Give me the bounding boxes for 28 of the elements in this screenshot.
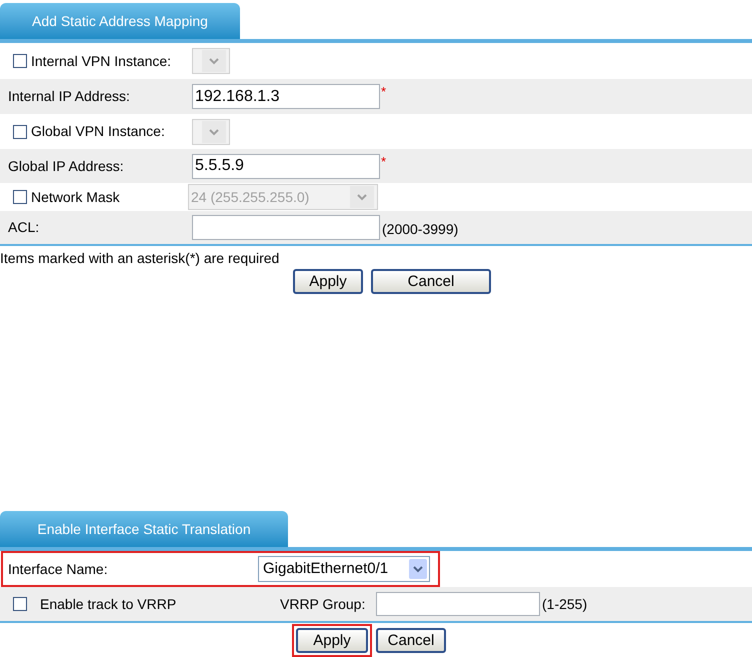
input-field[interactable]: 5.5.5.9 [192, 154, 380, 178]
form-button[interactable]: Cancel [371, 269, 491, 294]
checkbox-label: Enable track to VRRP [40, 594, 176, 614]
required-note: Items marked with an asterisk(*) are required [0, 249, 280, 268]
checkbox-label: Network Mask [31, 188, 120, 206]
checkbox-label: Global VPN Instance: [31, 122, 165, 141]
range-hint: (1-255) [542, 594, 588, 614]
field-label: Interface Name: [7, 560, 109, 578]
input-field[interactable]: 192.168.1.3 [192, 84, 380, 109]
caret-icon [209, 57, 219, 65]
checkbox-label: Internal VPN Instance: [31, 52, 172, 70]
field-label: VRRP Group: [280, 594, 366, 614]
field-label: Internal IP Address: [7, 87, 131, 106]
form-button[interactable]: Cancel [376, 628, 446, 653]
range-hint: (2000-3999) [382, 220, 458, 239]
input-field[interactable] [376, 592, 540, 616]
dropdown[interactable]: GigabitEthernet0/1 [258, 556, 430, 582]
required-mark: * [381, 83, 386, 101]
form-button[interactable]: Apply [293, 269, 363, 294]
field-label: Global IP Address: [7, 156, 125, 176]
form-button[interactable]: Apply [296, 628, 368, 653]
input-field[interactable] [192, 215, 380, 240]
caret-icon [209, 128, 219, 136]
field-label: ACL: [7, 218, 40, 237]
caret-icon [357, 193, 367, 201]
required-mark: * [381, 153, 386, 171]
checkbox[interactable] [13, 597, 27, 611]
caret-icon [413, 565, 423, 573]
